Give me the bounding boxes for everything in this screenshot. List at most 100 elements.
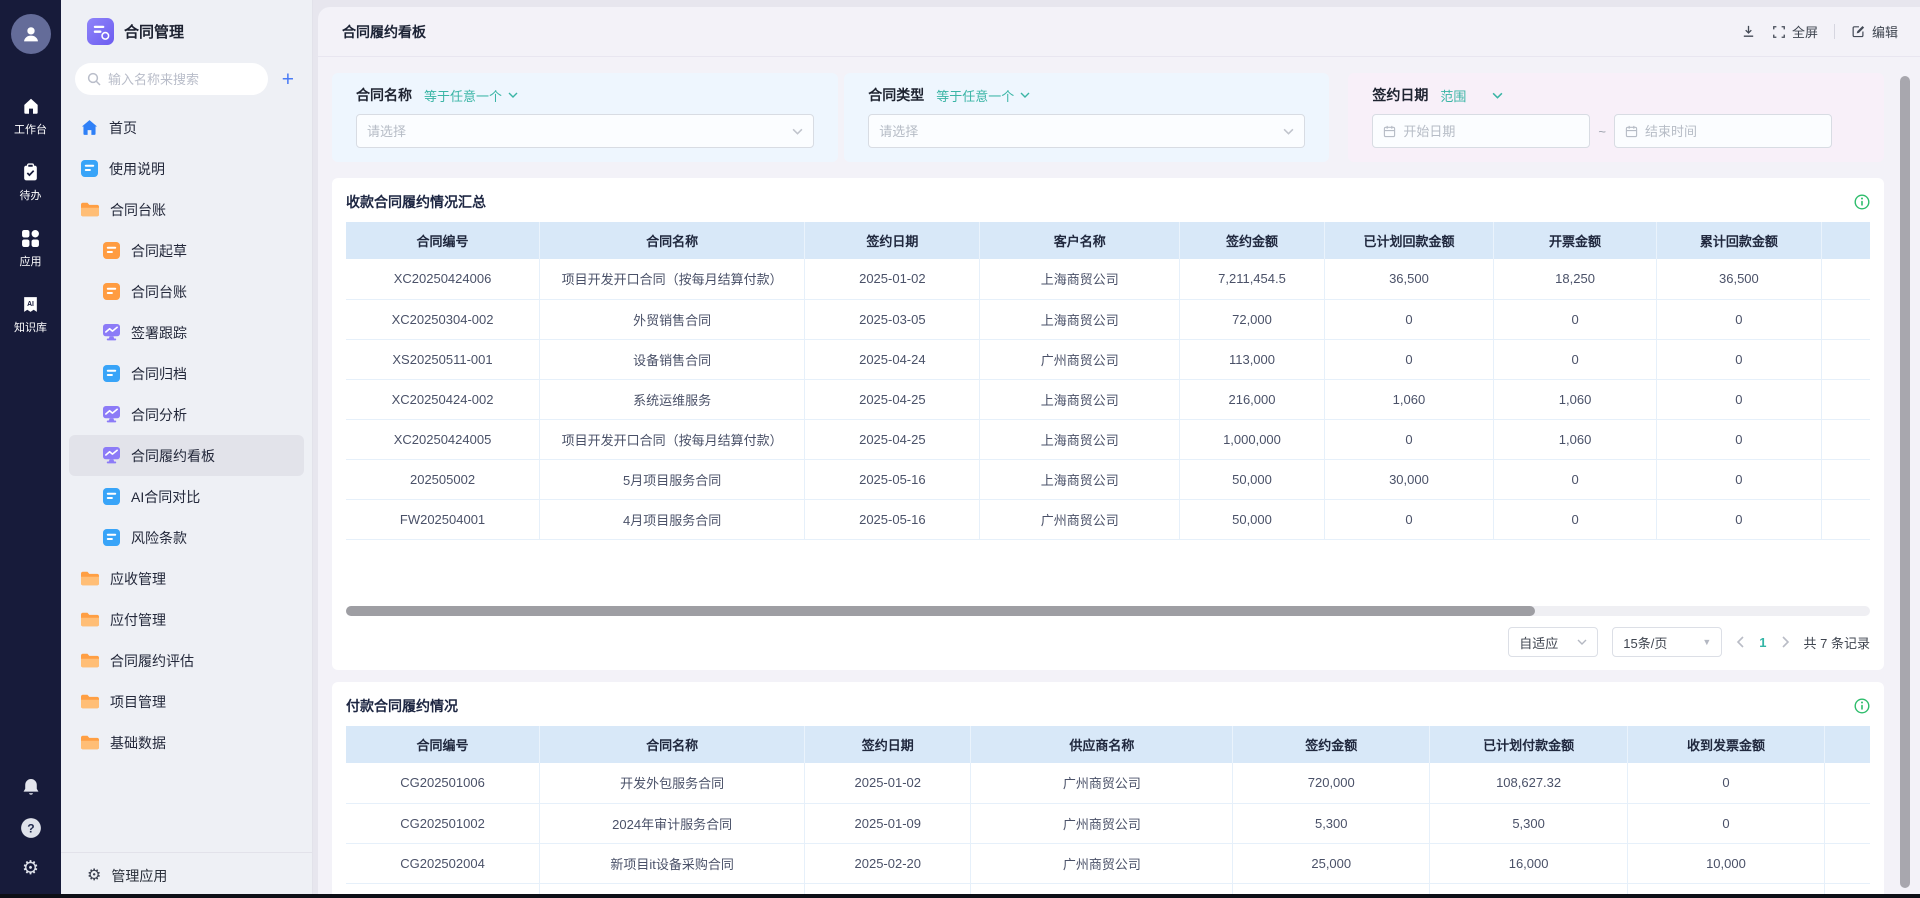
payable-section: 付款合同履约情况 合同编号 合同名称 签约日期 供应商名称 签约金额 已计划付款金额 收到发… xyxy=(332,682,1884,898)
table-row[interactable]: XC20250424-002 系统运维服务 2025-04-25 上海商贸公司 216,… xyxy=(346,379,1870,420)
app-window: 工作台 待办 应用 AI 知识库 ? ⚙ 合同管理 输入名称来搜索 + 首页 使… xyxy=(0,0,1920,898)
download-button[interactable] xyxy=(1741,24,1756,39)
sidebar-item-instructions[interactable]: 使用说明 xyxy=(69,148,304,189)
chevron-down-icon xyxy=(1492,92,1503,99)
sidebar-item-contract-ledger[interactable]: 合同台账 xyxy=(69,271,304,312)
svg-text:?: ? xyxy=(27,821,34,835)
sidebar-item-home[interactable]: 首页 xyxy=(69,107,304,148)
current-page[interactable]: 1 xyxy=(1759,635,1766,650)
search-input[interactable] xyxy=(108,71,256,87)
info-icon[interactable] xyxy=(1854,698,1870,714)
table-row[interactable]: XC20250304-002 外贸销售合同 2025-03-05 上海商贸公司 72,0… xyxy=(346,299,1870,340)
contract-type-select-input[interactable] xyxy=(879,123,1284,139)
sidebar-item-project-mgmt[interactable]: 项目管理 xyxy=(69,681,304,722)
sidebar-item-performance-evaluation[interactable]: 合同履约评估 xyxy=(69,640,304,681)
column-header: 签约日期 xyxy=(804,222,981,259)
user-avatar[interactable] xyxy=(10,14,51,54)
vertical-scrollbar-thumb[interactable] xyxy=(1900,76,1910,888)
condition-dropdown[interactable]: 等于任意一个 xyxy=(936,86,1030,105)
sidebar: 合同管理 + 首页 使用说明 合同台账 xyxy=(61,0,313,898)
fit-mode-select[interactable]: 自适应 xyxy=(1508,627,1599,657)
notification-bell-icon[interactable] xyxy=(21,777,41,797)
sidebar-item-contract-archive[interactable]: 合同归档 xyxy=(69,353,304,394)
table-cell: 1,060 xyxy=(1324,379,1495,420)
table-cell: FW202504001 xyxy=(346,499,541,540)
start-date-field[interactable] xyxy=(1403,123,1580,139)
help-icon[interactable]: ? xyxy=(20,817,42,839)
table-cell: 0 xyxy=(1324,419,1495,460)
svg-text:AI: AI xyxy=(27,301,34,308)
next-page-button[interactable] xyxy=(1781,636,1790,648)
app-title: 合同管理 xyxy=(124,24,185,41)
sidebar-item-risk-clauses[interactable]: 风险条款 xyxy=(69,517,304,558)
table-row[interactable]: CG202501006 开发外包服务合同 2025-01-02 广州商贸公司 720,0… xyxy=(346,763,1870,804)
sidebar-item-base-data[interactable]: 基础数据 xyxy=(69,722,304,763)
rail-item-knowledge[interactable]: AI 知识库 xyxy=(14,295,47,335)
rail-item-apps[interactable]: 应用 xyxy=(20,229,42,269)
rail-item-todo[interactable]: 待办 xyxy=(20,163,42,203)
table-cell: 广州商贸公司 xyxy=(970,803,1234,844)
sidebar-item-performance-dashboard[interactable]: 合同履约看板 xyxy=(69,435,304,476)
condition-dropdown[interactable]: 范围 xyxy=(1440,86,1503,105)
table-cell: 0 xyxy=(1656,499,1822,540)
settings-gear-icon[interactable]: ⚙ xyxy=(22,859,39,878)
chevron-down-icon xyxy=(1577,639,1587,645)
sidebar-item-label: 合同起草 xyxy=(131,242,187,259)
manage-app-button[interactable]: ⚙ 管理应用 xyxy=(61,852,312,898)
sidebar-search[interactable] xyxy=(75,63,268,95)
end-date-field[interactable] xyxy=(1645,123,1821,139)
fullscreen-label: 全屏 xyxy=(1791,25,1818,40)
end-date-input[interactable] xyxy=(1614,114,1832,148)
sidebar-item-payable-mgmt[interactable]: 应付管理 xyxy=(69,599,304,640)
sidebar-item-label: AI合同对比 xyxy=(131,488,201,505)
info-icon[interactable] xyxy=(1854,194,1870,210)
table-cell: 50,000 xyxy=(1179,499,1325,540)
contract-app-icon xyxy=(87,18,114,45)
table-cell: 4月项目服务合同 xyxy=(539,499,806,540)
sidebar-item-receivable-mgmt[interactable]: 应收管理 xyxy=(69,558,304,599)
table-cell: 2025-04-25 xyxy=(804,419,981,460)
calendar-icon xyxy=(1625,125,1638,138)
table-cell: 项目开发开口合同（按每月结算付款） xyxy=(539,419,806,460)
start-date-input[interactable] xyxy=(1372,114,1591,148)
fullscreen-button[interactable]: 全屏 xyxy=(1772,22,1818,41)
folder-icon xyxy=(81,202,99,217)
folder-icon xyxy=(81,694,99,709)
table-row[interactable]: CG202501002 2024年审计服务合同 2025-01-09 广州商贸公司 5,… xyxy=(346,803,1870,844)
table-cell: 上海商贸公司 xyxy=(979,459,1181,500)
table-row[interactable]: XC20250424005 项目开发开口合同（按每月结算付款） 2025-04-25… xyxy=(346,419,1870,460)
contract-type-select[interactable] xyxy=(868,114,1306,148)
rail-item-workbench[interactable]: 工作台 xyxy=(14,96,47,137)
add-button[interactable]: + xyxy=(278,69,298,90)
column-header: 合同名称 xyxy=(539,726,806,763)
sidebar-item-contract-analysis[interactable]: 合同分析 xyxy=(69,394,304,435)
table-cell: 2025-01-02 xyxy=(804,763,972,804)
sidebar-item-label: 合同台账 xyxy=(131,283,187,300)
sidebar-item-ai-contract-compare[interactable]: AI合同对比 xyxy=(69,476,304,517)
table-row[interactable]: FW202504001 4月项目服务合同 2025-05-16 广州商贸公司 50,00… xyxy=(346,499,1870,540)
folder-icon xyxy=(81,612,99,627)
table-cell: 0 xyxy=(1656,379,1822,420)
table-row[interactable]: 202505002 5月项目服务合同 2025-05-16 上海商贸公司 50,000 3… xyxy=(346,459,1870,500)
horizontal-scrollbar-thumb[interactable] xyxy=(346,606,1535,616)
table-row[interactable]: CG202502004 新项目it设备采购合同 2025-02-20 广州商贸公司 25… xyxy=(346,843,1870,884)
sidebar-item-label: 首页 xyxy=(109,119,137,136)
contract-name-select-input[interactable] xyxy=(367,123,793,139)
page-size-select[interactable]: 15条/页 ▼ xyxy=(1612,627,1723,657)
table-cell: 0 xyxy=(1493,459,1658,500)
table-cell: 1,060 xyxy=(1493,379,1658,420)
table-row[interactable]: XC20250424006 项目开发开口合同（按每月结算付款） 2025-01-02… xyxy=(346,259,1870,300)
contract-name-select[interactable] xyxy=(356,114,815,148)
sidebar-item-signing-tracking[interactable]: 签署跟踪 xyxy=(69,312,304,353)
sidebar-item-contract-draft[interactable]: 合同起草 xyxy=(69,230,304,271)
doc-orange-icon xyxy=(103,242,120,259)
sidebar-item-contract-ledger-folder[interactable]: 合同台账 xyxy=(69,189,304,230)
table-cell: 50,000 xyxy=(1179,459,1325,500)
condition-dropdown[interactable]: 等于任意一个 xyxy=(424,86,518,105)
table-cell: 外贸销售合同 xyxy=(539,299,806,340)
left-rail: 工作台 待办 应用 AI 知识库 ? ⚙ xyxy=(0,0,61,898)
table-row[interactable]: XS20250511-001 设备销售合同 2025-04-24 广州商贸公司 113,… xyxy=(346,339,1870,380)
edit-button[interactable]: 编辑 xyxy=(1851,22,1898,41)
main-area: 合同履约看板 全屏 编辑 合同名称 等于任意一个 请选择 合同类型 等于任意一个… xyxy=(313,0,1920,898)
prev-page-button[interactable] xyxy=(1736,636,1745,648)
